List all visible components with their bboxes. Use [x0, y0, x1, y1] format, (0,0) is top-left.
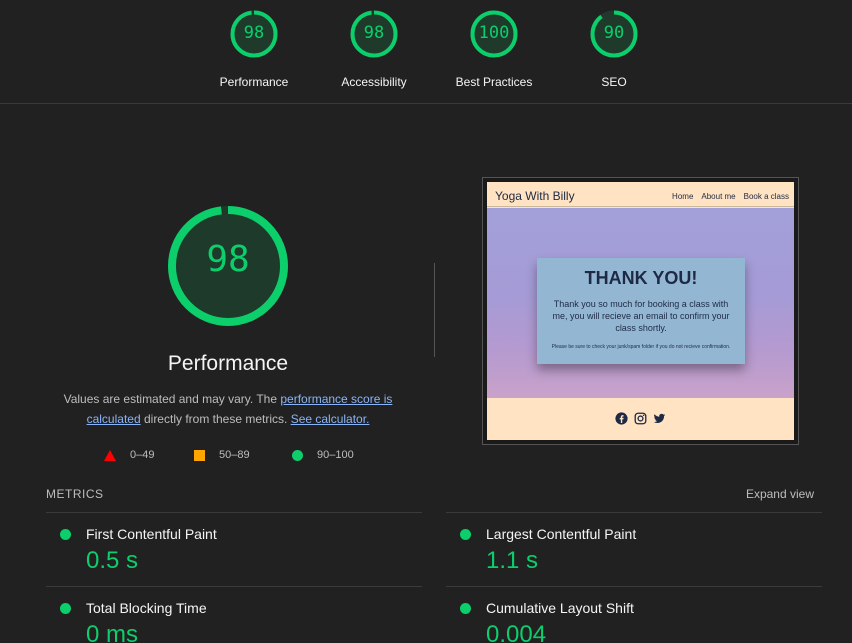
expand-view-toggle[interactable]: Expand view [746, 487, 814, 501]
preview-thank-you-card: THANK YOU! Thank you so much for booking… [537, 258, 745, 364]
gauge-score: 90 [603, 23, 625, 43]
gauge-best-practices[interactable]: 100 Best Practices [434, 10, 554, 89]
facebook-icon [615, 412, 628, 425]
gauge-label: Performance [219, 75, 289, 89]
gauge-seo[interactable]: 90 SEO [554, 10, 674, 89]
pass-circle-icon [60, 603, 71, 614]
legend-range: 50–89 [219, 449, 250, 461]
metric-largest-contentful-paint: Largest Contentful Paint 1.1 s [446, 512, 806, 586]
twitter-icon [653, 413, 666, 424]
description-text: directly from these metrics. [140, 412, 291, 426]
metric-value: 1.1 s [486, 547, 539, 574]
legend-average: 50–89 [194, 449, 250, 461]
metric-name: First Contentful Paint [86, 526, 217, 542]
gauge-label: Best Practices [455, 75, 533, 89]
pass-circle-icon [60, 529, 71, 540]
see-calculator-link[interactable]: See calculator. [291, 412, 370, 426]
metric-value: 0.5 s [86, 547, 139, 574]
square-icon [194, 449, 205, 461]
preview-page: Yoga With Billy Home About me Book a cla… [487, 182, 794, 440]
instagram-icon [634, 412, 647, 425]
preview-brand: Yoga With Billy [495, 189, 575, 203]
final-screenshot-preview[interactable]: Yoga With Billy Home About me Book a cla… [482, 177, 799, 445]
triangle-icon [104, 449, 116, 461]
performance-description: Values are estimated and may vary. The p… [50, 389, 406, 429]
metric-name: Cumulative Layout Shift [486, 600, 634, 616]
gauge-label: SEO [601, 75, 627, 89]
pass-circle-icon [460, 603, 471, 614]
preview-footer [487, 398, 794, 440]
performance-gauge-large: 98 [167, 205, 289, 327]
legend-fail: 0–49 [104, 449, 154, 461]
gauge-accessibility[interactable]: 98 Accessibility [314, 10, 434, 89]
preview-card-small: Please be sure to check your junk/spam f… [551, 344, 731, 350]
gauge-score: 98 [363, 23, 385, 43]
pass-circle-icon [460, 529, 471, 540]
preview-card-text: Thank you so much for booking a class wi… [552, 299, 730, 333]
metric-first-contentful-paint: First Contentful Paint 0.5 s [46, 512, 406, 586]
preview-nav: Home About me Book a class [672, 192, 789, 201]
preview-nav-item: About me [701, 192, 736, 201]
metric-total-blocking-time: Total Blocking Time 0 ms [46, 586, 406, 643]
preview-hero: THANK YOU! Thank you so much for booking… [487, 208, 794, 398]
metrics-heading: METRICS [46, 487, 104, 501]
circle-icon [292, 449, 303, 461]
preview-header: Yoga With Billy Home About me Book a cla… [487, 182, 794, 207]
metric-value: 0 ms [86, 621, 139, 643]
preview-card-title: THANK YOU! [584, 268, 698, 288]
description-text: Values are estimated and may vary. The [63, 392, 281, 406]
category-gauges-bar: 98 Performance 98 Accessibility 100 Best… [0, 0, 852, 104]
metric-value: 0.004 [486, 621, 547, 643]
metric-name: Total Blocking Time [86, 600, 207, 616]
gauge-score: 98 [243, 23, 265, 43]
metric-name: Largest Contentful Paint [486, 526, 637, 542]
divider [434, 263, 435, 357]
preview-social-icons [487, 412, 794, 425]
gauge-label: Accessibility [341, 75, 407, 89]
preview-nav-item: Home [672, 192, 694, 201]
gauge-performance[interactable]: 98 Performance [194, 10, 314, 89]
performance-score: 98 [206, 239, 250, 280]
gauge-score: 100 [478, 23, 510, 43]
legend-pass: 90–100 [292, 449, 354, 461]
metric-cumulative-layout-shift: Cumulative Layout Shift 0.004 [446, 586, 806, 643]
legend-range: 0–49 [130, 449, 155, 461]
preview-nav-item: Book a class [743, 192, 789, 201]
legend-range: 90–100 [317, 449, 354, 461]
performance-title: Performance [167, 352, 289, 375]
